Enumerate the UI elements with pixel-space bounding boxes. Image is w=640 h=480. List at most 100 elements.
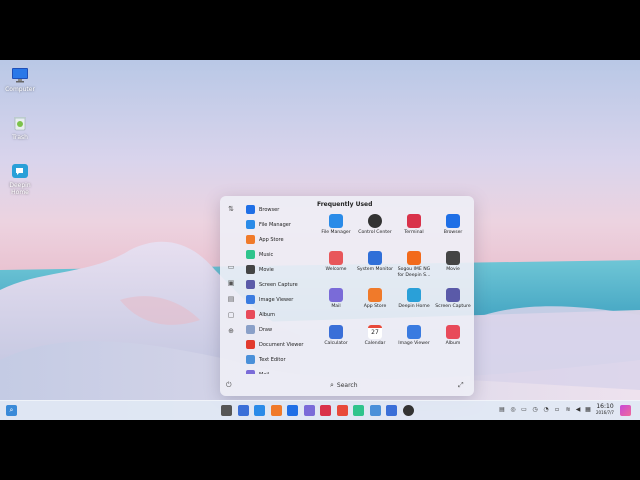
search-icon: ⌕ (330, 381, 334, 389)
desktop-icon-computer[interactable]: Computer (0, 66, 40, 93)
app-list-item[interactable]: File Manager (246, 217, 320, 232)
app-label: Document Viewer (259, 341, 304, 348)
desktop-icon-deepin-home[interactable]: Deepin Home (0, 162, 40, 196)
category-office-icon[interactable]: ▤ (226, 294, 236, 304)
app-label: Text Editor (259, 356, 286, 363)
wifi-icon[interactable]: ≋ (564, 406, 572, 414)
app-list-item[interactable]: Browser (246, 202, 320, 217)
gear-icon (368, 214, 382, 228)
app-label: Calendar (364, 341, 386, 346)
frequent-app-tile[interactable]: Terminal (394, 214, 434, 236)
app-icon (246, 205, 255, 214)
app-label: Movie (446, 267, 460, 272)
storage-icon[interactable]: ▤ (498, 406, 506, 414)
app-icon (246, 250, 255, 259)
category-other-icon[interactable]: ⊕ (226, 326, 236, 336)
app-icon (446, 325, 460, 339)
frequent-app-tile[interactable]: 27 Calendar (355, 325, 395, 347)
taskbar-app-store-icon[interactable] (270, 405, 282, 416)
app-list-item[interactable]: Document Viewer (246, 337, 320, 352)
frequent-app-tile[interactable]: Image Viewer (394, 325, 434, 347)
app-icon (446, 214, 460, 228)
frequent-app-tile[interactable]: Sogou IME NG for Deepin S... (394, 251, 434, 278)
category-image-icon[interactable]: ▣ (226, 278, 236, 288)
app-label: File Manager (321, 230, 351, 235)
app-list-item[interactable]: Screen Capture (246, 277, 320, 292)
frequent-app-tile[interactable]: Screen Capture (433, 288, 473, 310)
frequent-app-tile[interactable]: App Store (355, 288, 395, 310)
app-label: Calculator (324, 341, 348, 346)
app-label: Album (445, 341, 461, 346)
category-system-icon[interactable]: ▢ (226, 310, 236, 320)
app-list-item[interactable]: Text Editor (246, 352, 320, 367)
volume-icon[interactable]: ◀ (574, 406, 582, 414)
keyboard-icon[interactable]: ▦ (584, 406, 592, 414)
frequent-app-tile[interactable]: Mail (316, 288, 356, 310)
taskbar-control-center-icon[interactable] (402, 405, 414, 416)
app-label: Deepin Home (398, 304, 430, 309)
sort-icon[interactable]: ⇅ (226, 204, 236, 214)
taskbar-multitask-icon[interactable] (237, 405, 249, 416)
taskbar-mail-icon[interactable] (303, 405, 315, 416)
app-list-item[interactable]: Album (246, 307, 320, 322)
frequent-app-tile[interactable]: Control Center (355, 214, 395, 236)
taskbar-text-editor-icon[interactable] (369, 405, 381, 416)
app-list-item[interactable]: App Store (246, 232, 320, 247)
app-icon (246, 340, 255, 349)
app-label: Browser (259, 206, 280, 213)
taskbar-calendar-icon[interactable] (336, 405, 348, 416)
power-icon[interactable]: ⏻ (226, 381, 232, 390)
desktop-icon-label: Computer (5, 86, 35, 93)
taskbar-terminal-icon[interactable] (320, 405, 331, 416)
app-list-item[interactable]: Image Viewer (246, 292, 320, 307)
battery-icon[interactable]: ▭ (520, 406, 528, 414)
taskbar-calculator-icon[interactable] (386, 405, 397, 416)
app-label: Music (259, 251, 274, 258)
launcher-window: ⇅ ▭ ▣ ▤ ▢ ⊕ Browser File Manager App Store… (220, 196, 474, 396)
notification-icon[interactable]: ◔ (542, 406, 550, 414)
frequent-app-tile[interactable]: File Manager (316, 214, 356, 236)
taskbar-file-manager-icon[interactable] (254, 405, 265, 416)
app-label: Control Center (358, 230, 392, 235)
app-icon (246, 355, 255, 364)
clock[interactable]: 16:10 2016/7/7 (594, 403, 616, 415)
frequent-app-tile[interactable]: Album (433, 325, 473, 347)
frequent-app-tile[interactable]: System Monitor (355, 251, 395, 273)
app-icon (246, 295, 255, 304)
taskbar-launcher-icon[interactable] (221, 405, 232, 416)
app-label: Mail (331, 304, 341, 309)
category-internet-icon[interactable]: ▭ (226, 262, 236, 272)
app-icon (446, 288, 460, 302)
app-icon (329, 325, 343, 339)
app-label: Screen Capture (259, 281, 298, 288)
frequent-app-tile[interactable]: Calculator (316, 325, 356, 347)
frequent-app-tile[interactable]: Welcome (316, 251, 356, 273)
app-list-item[interactable]: Music (246, 247, 320, 262)
lock-icon[interactable]: ▫ (553, 406, 561, 414)
deepin-home-icon (12, 164, 28, 178)
frequent-app-tile[interactable]: Movie (433, 251, 473, 273)
app-list-item[interactable]: Draw (246, 322, 320, 337)
desktop-icon-trash[interactable]: Trash (0, 114, 40, 141)
app-label: Draw (259, 326, 273, 333)
app-label: Image Viewer (398, 341, 430, 346)
taskbar-music-icon[interactable] (353, 405, 364, 416)
clock-icon[interactable]: ◷ (531, 406, 539, 414)
notification-center-icon[interactable] (620, 405, 631, 416)
monitor-icon (12, 68, 28, 83)
search-icon[interactable]: ⌕ (6, 405, 17, 416)
app-label: Movie (259, 266, 274, 273)
app-icon (246, 235, 255, 244)
app-icon (407, 288, 421, 302)
frequent-app-tile[interactable]: Deepin Home (394, 288, 434, 310)
taskbar-browser-icon[interactable] (287, 405, 298, 416)
frequent-app-tile[interactable]: Browser (433, 214, 473, 236)
fullscreen-icon[interactable]: ⤢ (458, 381, 464, 390)
calendar-icon: 27 (368, 325, 382, 339)
network-icon[interactable]: ◎ (509, 406, 517, 414)
app-list-item[interactable]: Movie (246, 262, 320, 277)
app-icon (446, 251, 460, 265)
app-list-item[interactable]: Mail (246, 367, 320, 374)
app-icon (368, 251, 382, 265)
search-field[interactable]: ⌕ Search (330, 381, 358, 390)
